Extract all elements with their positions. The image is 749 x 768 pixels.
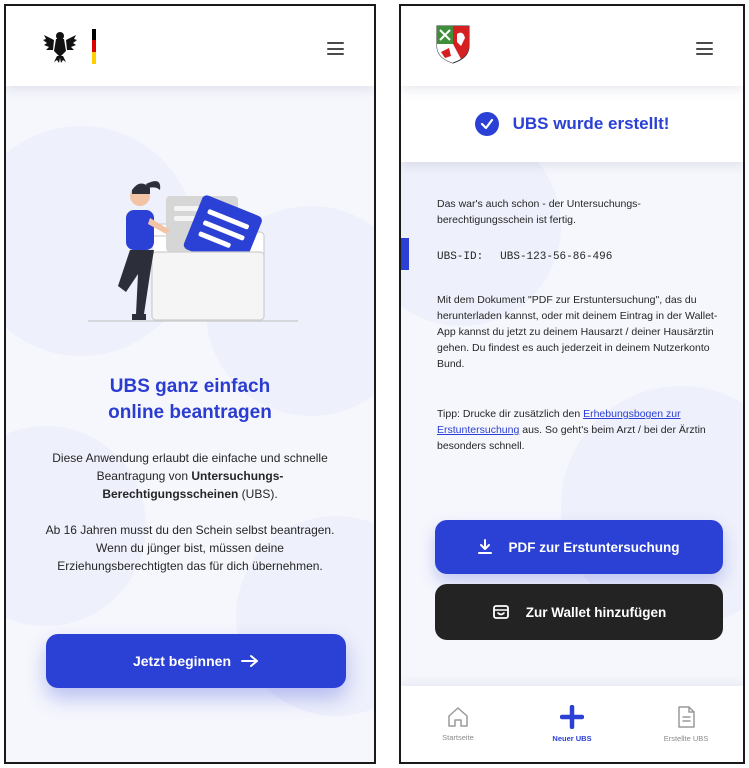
active-section-marker	[401, 238, 409, 270]
nrw-coat-of-arms-logo	[436, 25, 470, 64]
success-title: UBS wurde erstellt!	[512, 114, 670, 133]
hero-title-line-2: online beantragen	[108, 402, 272, 423]
nav-item-erstellte-ubs[interactable]: Erstellte UBS	[629, 686, 743, 762]
add-to-wallet-button[interactable]: Zur Wallet hinzufügen	[435, 584, 723, 640]
bundesadler-logo	[43, 29, 96, 64]
download-pdf-label: PDF zur Erstuntersuchung	[508, 539, 680, 555]
confirmation-text: Das war's auch schon - der Untersuchungs…	[437, 198, 641, 226]
start-button[interactable]: Jetzt beginnen	[46, 634, 346, 688]
nav-item-startseite[interactable]: Startseite	[401, 686, 515, 762]
document-icon	[678, 706, 695, 728]
check-circle-icon	[474, 112, 499, 136]
success-screen: UBS wurde erstellt! Das war's auch schon…	[399, 4, 745, 764]
ubs-id-label: UBS-ID:	[437, 251, 484, 263]
start-screen: UBS ganz einfach online beantragen Diese…	[4, 4, 376, 764]
hero-title: UBS ganz einfach online beantragen	[6, 374, 374, 426]
nav-label-erstellte-ubs: Erstellte UBS	[663, 734, 709, 743]
arrow-right-icon	[241, 655, 258, 667]
ubs-id-row: UBS-ID: UBS-123-56-86-496	[437, 248, 721, 265]
wallet-icon	[492, 605, 509, 619]
intro-paragraph: Diese Anwendung erlaubt die einfache und…	[36, 449, 344, 503]
document-info-text: Mit dem Dokument "PDF zur Erstuntersuchu…	[437, 294, 718, 370]
add-to-wallet-label: Zur Wallet hinzufügen	[525, 604, 667, 620]
nav-label-startseite: Startseite	[442, 733, 474, 742]
tip-prefix: Tipp: Drucke dir zusätzlich den	[437, 408, 584, 420]
person-with-folder-illustration	[88, 181, 298, 322]
menu-icon[interactable]	[327, 42, 344, 55]
bottom-navigation: Startseite Neuer UBS Erstellte UBS	[401, 686, 743, 762]
app-header	[6, 6, 374, 86]
hero-title-line-1: UBS ganz einfach	[109, 376, 271, 397]
menu-icon[interactable]	[696, 42, 713, 55]
plus-icon	[560, 705, 584, 729]
tip-text: Tipp: Drucke dir zusätzlich den Erhebung…	[437, 406, 721, 454]
nav-item-neuer-ubs[interactable]: Neuer UBS	[515, 686, 629, 762]
nav-label-neuer-ubs: Neuer UBS	[552, 734, 592, 743]
ubs-id-value: UBS-123-56-86-496	[500, 251, 613, 263]
download-pdf-button[interactable]: PDF zur Erstuntersuchung	[435, 520, 723, 574]
start-button-label: Jetzt beginnen	[132, 653, 231, 669]
app-header	[401, 6, 743, 86]
home-icon	[448, 707, 468, 727]
intro-text-a: Diese Anwendung erlaubt die einfache und…	[52, 451, 328, 483]
download-icon	[478, 539, 493, 554]
success-banner: UBS wurde erstellt!	[401, 86, 743, 162]
age-info-paragraph: Ab 16 Jahren musst du den Schein selbst …	[45, 523, 335, 573]
intro-text-b: (UBS).	[238, 487, 278, 501]
